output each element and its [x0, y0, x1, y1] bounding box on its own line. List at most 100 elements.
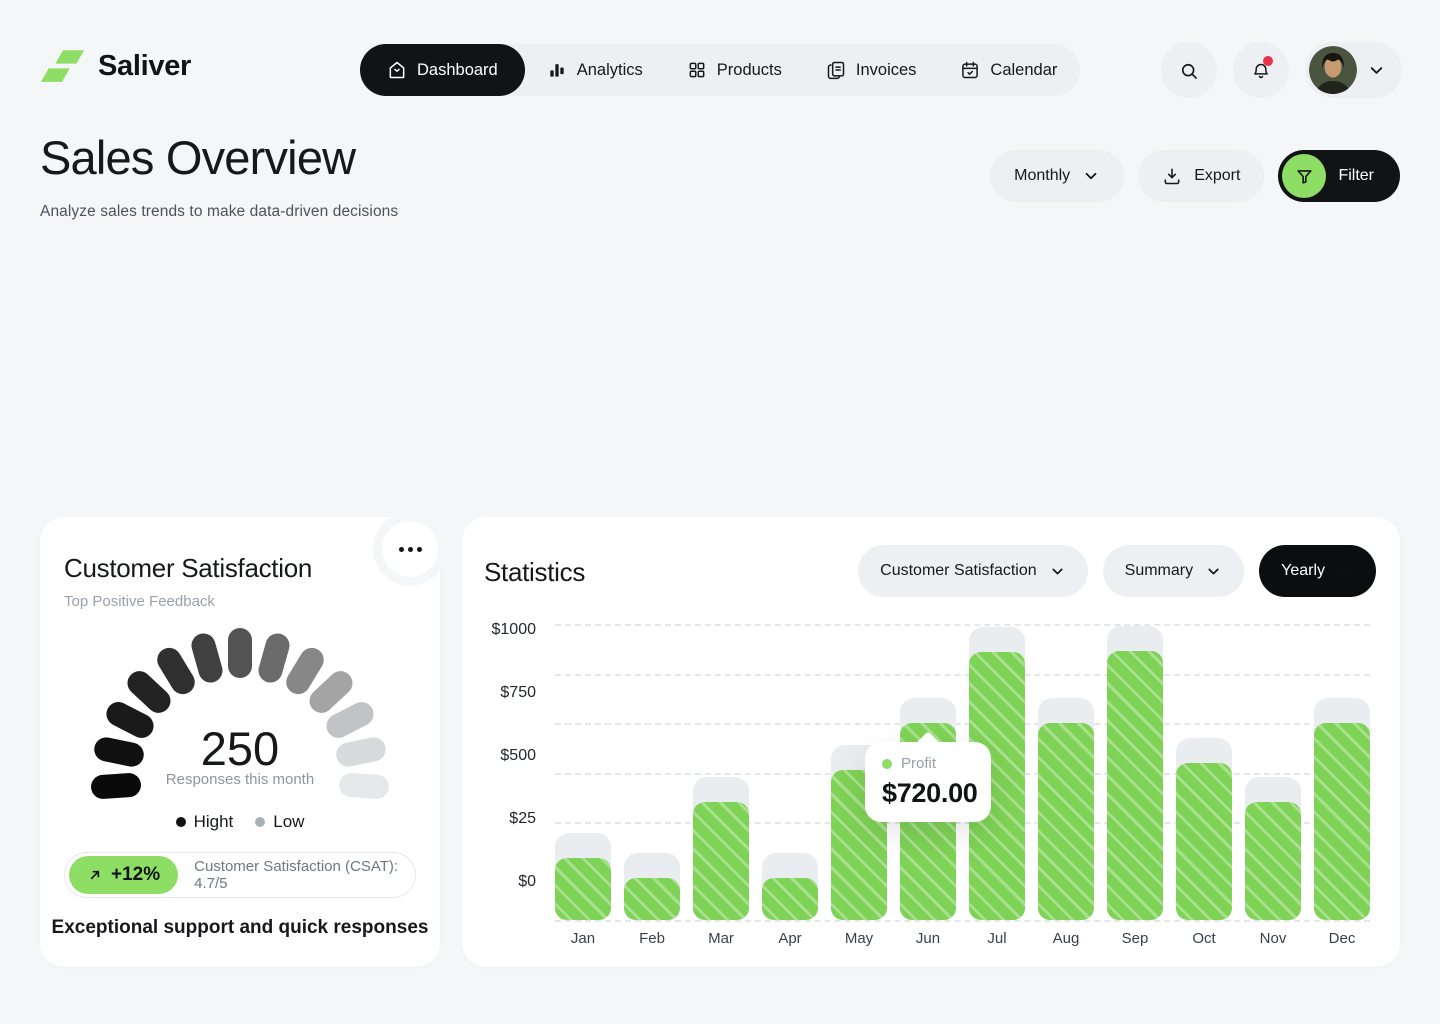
stats-filter-label: Customer Satisfaction	[880, 562, 1037, 580]
x-axis-tick: Aug	[1038, 930, 1094, 947]
bar-mar[interactable]	[693, 802, 749, 920]
satisfaction-card-subtitle: Top Positive Feedback	[64, 593, 215, 610]
stats-filter-label: Summary	[1125, 562, 1193, 580]
nav-item-label: Calendar	[990, 61, 1057, 80]
legend-item-hight: Hight	[176, 812, 234, 832]
trend-badge-value: +12%	[111, 864, 160, 886]
y-axis-tick: $25	[462, 810, 536, 828]
period-dropdown-label: Monthly	[1014, 167, 1070, 185]
chevron-down-icon	[1049, 563, 1066, 580]
y-axis-tick: $500	[462, 747, 536, 765]
x-axis-tick: Jan	[555, 930, 611, 947]
filter-button[interactable]: Filter	[1278, 150, 1400, 202]
gauge-segment	[228, 628, 252, 678]
chevron-down-icon	[1082, 167, 1100, 185]
y-axis-tick: $1000	[462, 621, 536, 639]
stats-filter-label: Yearly	[1281, 562, 1325, 580]
search-button[interactable]	[1161, 42, 1217, 98]
nav-item-label: Dashboard	[417, 61, 498, 80]
nav-item-label: Invoices	[856, 61, 917, 80]
page-subtitle: Analyze sales trends to make data-driven…	[40, 203, 398, 221]
x-axis-line	[555, 920, 1370, 922]
csat-text: Customer Satisfaction (CSAT): 4.7/5	[194, 858, 411, 892]
bar-apr[interactable]	[762, 878, 818, 920]
x-axis-tick: Dec	[1314, 930, 1370, 947]
dot	[417, 547, 422, 552]
bar-chart: JanFebMarAprMayJunJulAugSepOctNovDecProf…	[555, 624, 1370, 920]
statistics-card-title: Statistics	[484, 557, 585, 588]
notifications-button[interactable]	[1233, 42, 1289, 98]
chevron-down-icon	[1337, 563, 1354, 580]
legend-dot-icon	[176, 817, 186, 827]
x-axis-tick: Nov	[1245, 930, 1301, 947]
topbar-actions	[1161, 42, 1402, 98]
statistics-filters: Customer Satisfaction Summary Yearly	[858, 545, 1376, 597]
satisfaction-card-title: Customer Satisfaction	[64, 553, 312, 584]
gridline	[555, 674, 1370, 676]
bar-group-jan	[555, 833, 611, 920]
dot	[399, 547, 404, 552]
stats-filter-summary[interactable]: Summary	[1103, 545, 1244, 597]
stats-filter-yearly[interactable]: Yearly	[1259, 545, 1376, 597]
x-axis-tick: Mar	[693, 930, 749, 947]
page-controls: Monthly Export Filter	[990, 150, 1400, 202]
notification-dot	[1263, 56, 1273, 66]
export-button[interactable]: Export	[1138, 150, 1264, 202]
y-axis-tick: $0	[462, 873, 536, 891]
bar-group-oct	[1176, 738, 1232, 920]
bar-group-sep	[1107, 626, 1163, 920]
legend-label: Hight	[194, 812, 234, 832]
bar-group-dec	[1314, 698, 1370, 920]
page-title: Sales Overview	[40, 130, 355, 185]
invoice-icon	[826, 60, 846, 80]
legend-dot-icon	[255, 817, 265, 827]
nav-item-label: Analytics	[577, 61, 643, 80]
x-axis-tick: Jul	[969, 930, 1025, 947]
download-icon	[1162, 166, 1182, 186]
bar-aug[interactable]	[1038, 723, 1094, 920]
trend-up-icon	[87, 867, 103, 883]
gridline	[555, 723, 1370, 725]
nav-item-products[interactable]: Products	[665, 44, 804, 96]
nav-item-dashboard[interactable]: Dashboard	[360, 44, 525, 96]
calendar-icon	[960, 60, 980, 80]
nav-item-calendar[interactable]: Calendar	[938, 44, 1079, 96]
home-icon	[387, 60, 407, 80]
gridline	[555, 624, 1370, 626]
bar-group-apr	[762, 853, 818, 920]
nav-item-analytics[interactable]: Analytics	[525, 44, 665, 96]
bar-sep[interactable]	[1107, 651, 1163, 920]
stats-filter-customer-satisfaction[interactable]: Customer Satisfaction	[858, 545, 1088, 597]
funnel-icon	[1282, 154, 1326, 198]
customer-satisfaction-card: Customer Satisfaction Top Positive Feedb…	[40, 517, 440, 967]
brand-name: Saliver	[98, 50, 191, 83]
nav-item-invoices[interactable]: Invoices	[804, 44, 939, 96]
bar-oct[interactable]	[1176, 763, 1232, 920]
bar-group-aug	[1038, 698, 1094, 920]
chart-tooltip: Profit $720.00	[865, 742, 991, 822]
trend-badge: +12%	[69, 856, 178, 894]
avatar	[1309, 46, 1357, 94]
more-menu-button[interactable]	[382, 521, 438, 577]
dot	[408, 547, 413, 552]
legend-item-low: Low	[255, 812, 304, 832]
tooltip-value: $720.00	[882, 778, 991, 809]
bar-group-mar	[693, 777, 749, 920]
filter-button-label: Filter	[1338, 167, 1374, 185]
main-nav: Dashboard Analytics Products Invoices Calend…	[360, 44, 1080, 96]
bar-jan[interactable]	[555, 858, 611, 920]
bar-group-nov	[1245, 777, 1301, 920]
analytics-icon	[547, 60, 567, 80]
responses-value: 250	[40, 721, 440, 776]
bar-feb[interactable]	[624, 878, 680, 920]
export-button-label: Export	[1194, 167, 1240, 185]
bar-nov[interactable]	[1245, 802, 1301, 920]
responses-caption: Responses this month	[40, 771, 440, 788]
search-icon	[1179, 60, 1199, 80]
period-dropdown[interactable]: Monthly	[990, 150, 1124, 202]
y-axis-tick: $750	[462, 684, 536, 702]
bar-dec[interactable]	[1314, 723, 1370, 920]
profile-menu-button[interactable]	[1305, 42, 1402, 98]
bar-group-feb	[624, 853, 680, 920]
tooltip-series-label: Profit	[901, 755, 936, 772]
